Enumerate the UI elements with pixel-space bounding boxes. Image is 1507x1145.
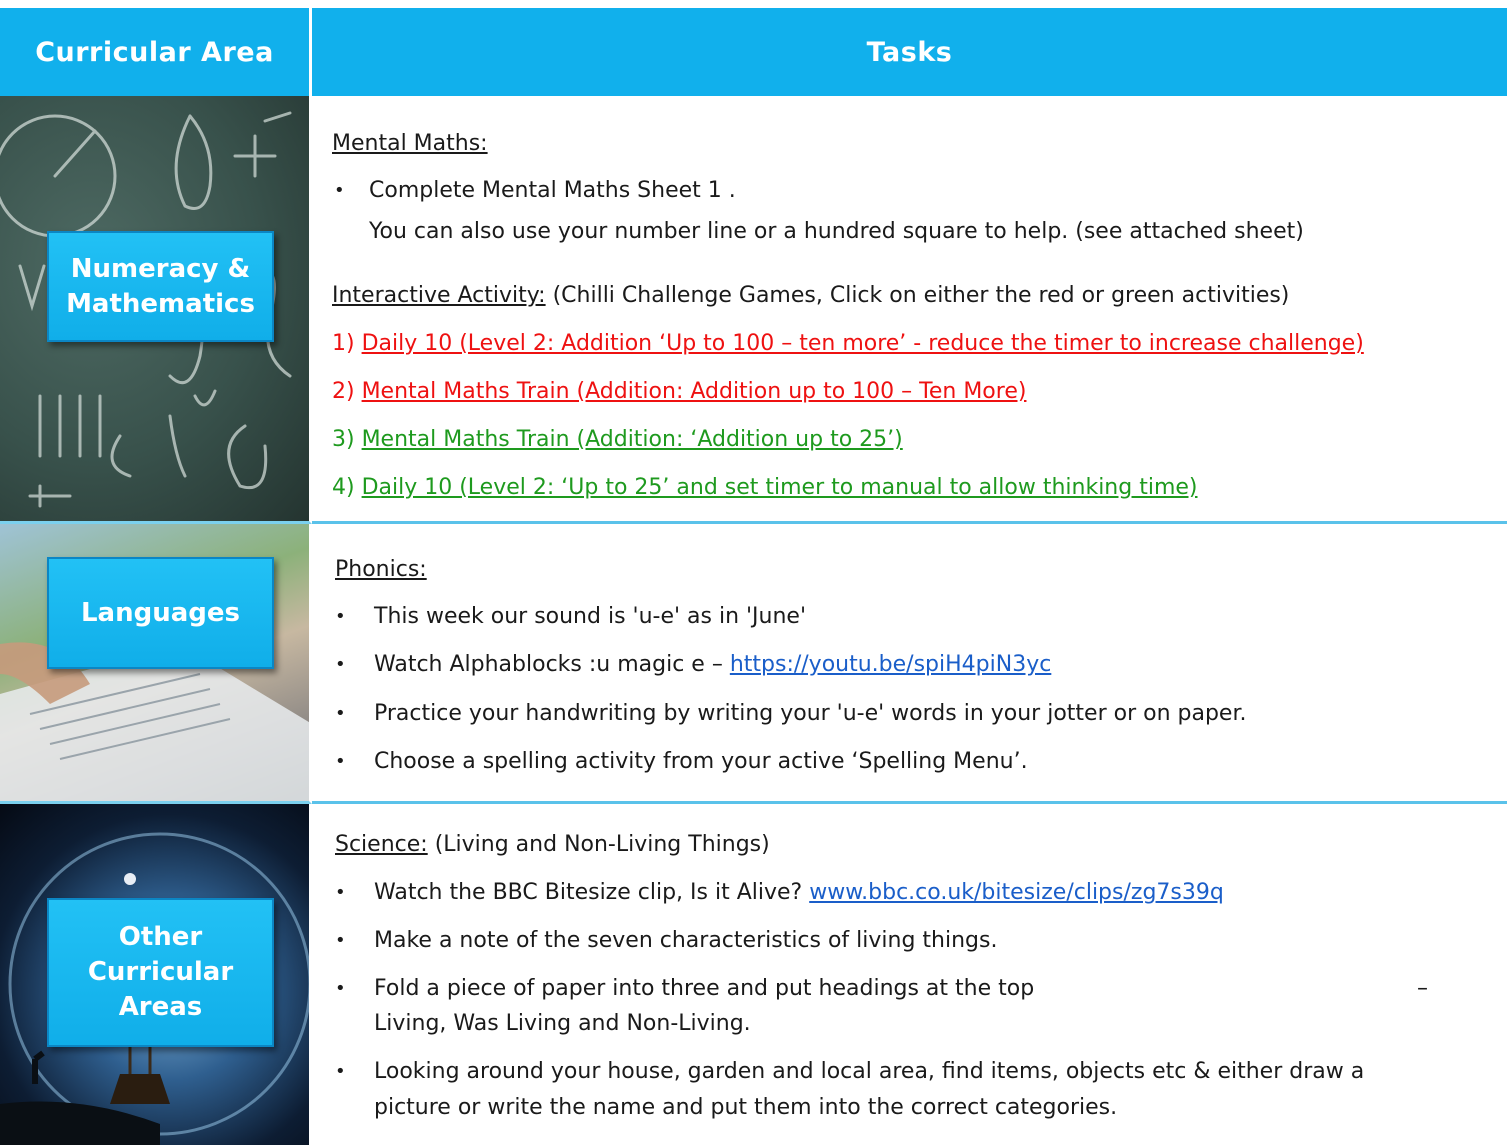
science-bullet-1: Watch the BBC Bitesize clip, Is it Alive… bbox=[374, 879, 1224, 907]
maths-tasks-cell: Mental Maths: • Complete Mental Maths Sh… bbox=[312, 96, 1507, 524]
phonics-bullet-2: Watch Alphablocks :u magic e – https://y… bbox=[374, 651, 1051, 679]
alphablocks-link[interactable]: https://youtu.be/spiH4piN3yc bbox=[730, 652, 1051, 677]
activity-link[interactable]: Daily 10 (Level 2: ‘Up to 25’ and set ti… bbox=[362, 475, 1198, 500]
area-label-languages: Languages bbox=[47, 557, 274, 669]
activity-item-3[interactable]: 3) Mental Maths Train (Addition: ‘Additi… bbox=[332, 426, 903, 454]
bullet: • bbox=[335, 606, 346, 627]
bullet: • bbox=[335, 930, 346, 951]
activity-item-2[interactable]: 2) Mental Maths Train (Addition: Additio… bbox=[332, 378, 1026, 406]
bitesize-link[interactable]: www.bbc.co.uk/bitesize/clips/zg7s39q bbox=[809, 880, 1224, 905]
science-bullet-2: Make a note of the seven characteristics… bbox=[374, 928, 998, 953]
science-heading-line: Science: (Living and Non-Living Things) bbox=[335, 831, 770, 859]
other-tasks-cell: Science: (Living and Non-Living Things) … bbox=[312, 804, 1507, 1145]
bullet: • bbox=[335, 703, 346, 724]
phonics-bullet-1: This week our sound is 'u-e' as in 'June… bbox=[374, 604, 807, 629]
phonics-bullet-3: Practice your handwriting by writing you… bbox=[374, 701, 1247, 726]
science-heading: Science: bbox=[335, 832, 428, 857]
area-label-line: Other bbox=[118, 922, 203, 952]
science-heading-note: (Living and Non-Living Things) bbox=[427, 832, 770, 857]
languages-tasks-cell: Phonics: • This week our sound is 'u-e' … bbox=[312, 524, 1507, 804]
top-strip bbox=[0, 0, 1507, 8]
maths-line-2: You can also use your number line or a h… bbox=[369, 219, 1304, 244]
bullet: • bbox=[335, 978, 346, 999]
interactive-activity-note: (Chilli Challenge Games, Click on either… bbox=[545, 283, 1290, 308]
science-bullet-4a: Looking around your house, garden and lo… bbox=[374, 1059, 1365, 1084]
activity-item-1[interactable]: 1) Daily 10 (Level 2: Addition ‘Up to 10… bbox=[332, 330, 1364, 358]
activity-link[interactable]: Mental Maths Train (Addition: ‘Addition … bbox=[362, 427, 903, 452]
maths-line-1: Complete Mental Maths Sheet 1 . bbox=[369, 178, 736, 203]
bullet: • bbox=[335, 654, 346, 675]
science-bullet-3b: Living, Was Living and Non-Living. bbox=[374, 1011, 751, 1036]
interactive-activity-line: Interactive Activity: (Chilli Challenge … bbox=[332, 282, 1289, 310]
activity-number: 2) bbox=[332, 379, 362, 404]
mental-maths-heading: Mental Maths: bbox=[332, 131, 488, 156]
area-label-line: Mathematics bbox=[66, 288, 255, 319]
bullet: • bbox=[334, 180, 345, 201]
area-label-line: Curricular bbox=[87, 957, 234, 987]
area-label-other: Other Curricular Areas bbox=[47, 898, 274, 1047]
science-bullet-3a: Fold a piece of paper into three and put… bbox=[374, 976, 1035, 1001]
interactive-activity-heading: Interactive Activity: bbox=[332, 283, 546, 308]
other-area-cell: Other Curricular Areas bbox=[0, 804, 312, 1145]
maths-area-cell: Numeracy & Mathematics bbox=[0, 96, 312, 524]
activity-item-4[interactable]: 4) Daily 10 (Level 2: ‘Up to 25’ and set… bbox=[332, 474, 1198, 502]
bullet: • bbox=[335, 1061, 346, 1082]
area-label-line: Areas bbox=[118, 992, 203, 1022]
activity-link[interactable]: Daily 10 (Level 2: Addition ‘Up to 100 –… bbox=[362, 331, 1364, 356]
science-bullet-3-dash: – bbox=[1417, 976, 1428, 1001]
phonics-heading: Phonics: bbox=[335, 557, 427, 582]
area-label-line: Numeracy & bbox=[70, 253, 251, 284]
activity-link[interactable]: Mental Maths Train (Addition: Addition u… bbox=[362, 379, 1027, 404]
activity-number: 1) bbox=[332, 331, 362, 356]
tasks-table: Curricular Area Tasks Numeracy & Mathema… bbox=[0, 0, 1507, 1145]
languages-area-cell: Languages bbox=[0, 524, 312, 804]
activity-number: 3) bbox=[332, 427, 362, 452]
header-tasks: Tasks bbox=[312, 8, 1507, 96]
phonics-bullet-2-text: Watch Alphablocks :u magic e – bbox=[374, 652, 730, 677]
science-bullet-1-text: Watch the BBC Bitesize clip, Is it Alive… bbox=[374, 880, 810, 905]
activity-number: 4) bbox=[332, 475, 362, 500]
phonics-bullet-4: Choose a spelling activity from your act… bbox=[374, 749, 1028, 774]
bullet: • bbox=[335, 751, 346, 772]
header-curricular-area: Curricular Area bbox=[0, 8, 312, 96]
area-label-numeracy: Numeracy & Mathematics bbox=[47, 231, 274, 342]
science-bullet-4b: picture or write the name and put them i… bbox=[374, 1095, 1118, 1120]
bullet: • bbox=[335, 882, 346, 903]
